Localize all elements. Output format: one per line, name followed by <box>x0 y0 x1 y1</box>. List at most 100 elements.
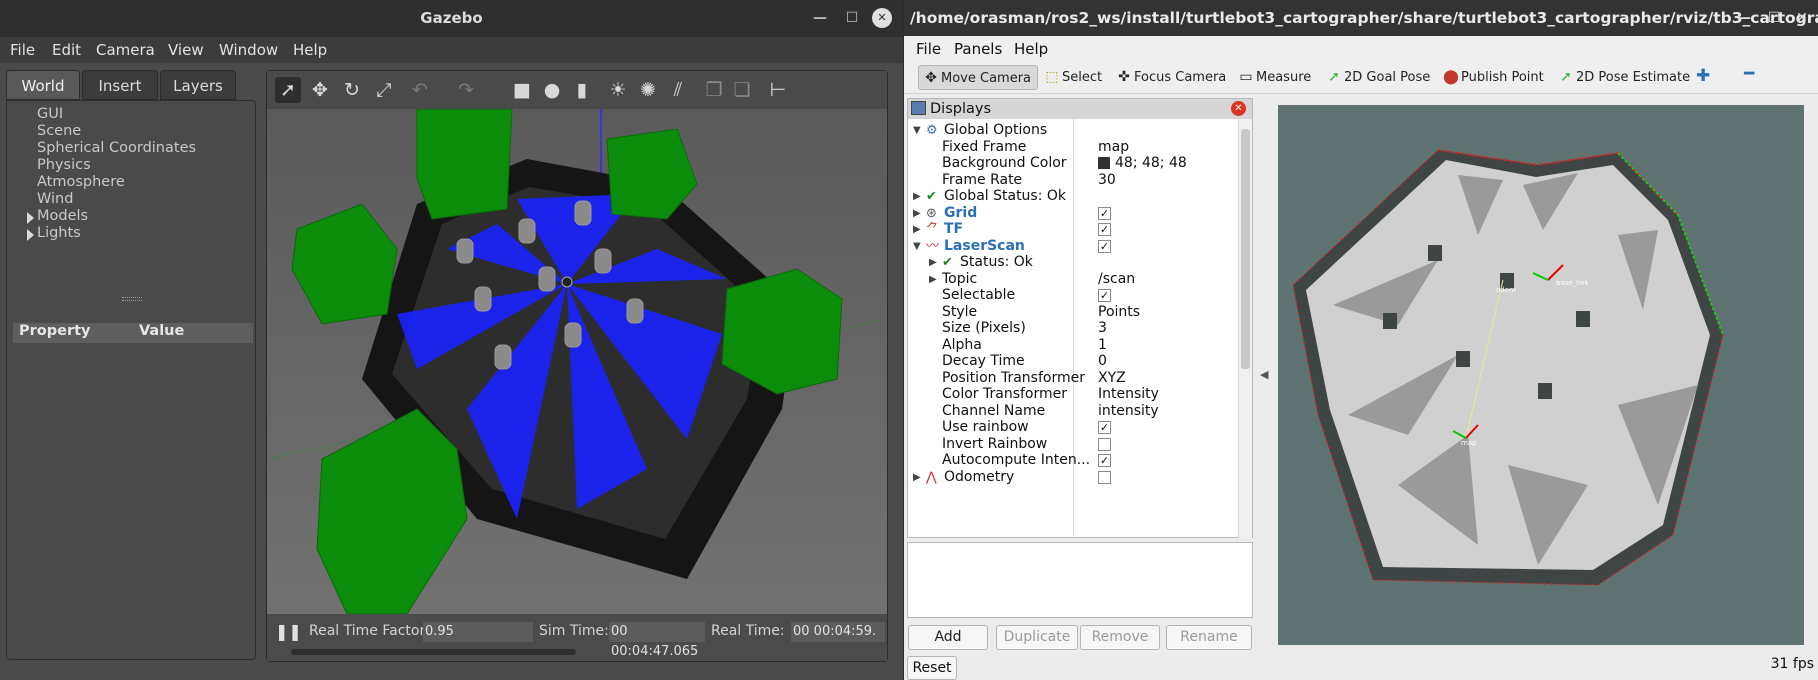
tree-item-gui[interactable]: GUI <box>37 106 63 122</box>
fps-counter: 31 fps <box>1770 656 1814 672</box>
tf-checkbox[interactable]: ✓ <box>1098 223 1111 236</box>
map-render: base_link map odom <box>1278 105 1804 645</box>
real-time-value: 00 00:04:59. <box>791 622 885 642</box>
selectable-checkbox[interactable]: ✓ <box>1098 289 1111 302</box>
autocompute-checkbox[interactable]: ✓ <box>1098 454 1111 467</box>
maximize-button[interactable]: ☐ <box>1764 8 1784 28</box>
translate-mode-icon[interactable]: ✥ <box>307 77 333 103</box>
cylinder-shape-icon[interactable]: ▮ <box>569 77 595 103</box>
menu-help[interactable]: Help <box>293 41 327 59</box>
gazebo-window: Gazebo — ☐ ✕ File Edit Camera View Windo… <box>0 0 903 680</box>
copy-icon[interactable]: ❐ <box>701 77 727 103</box>
select-tool[interactable]: ⬚ Select <box>1040 65 1102 90</box>
expand-arrow-icon[interactable] <box>27 229 34 241</box>
close-button[interactable]: ✕ <box>1792 8 1812 28</box>
select-icon: ⬚ <box>1045 69 1059 85</box>
tab-insert[interactable]: Insert <box>82 70 158 100</box>
minimize-button[interactable]: — <box>810 8 830 28</box>
tree-item-spherical-coordinates[interactable]: Spherical Coordinates <box>37 140 196 156</box>
tree-item-wind[interactable]: Wind <box>37 191 73 207</box>
vertical-scrollbar[interactable] <box>1238 119 1252 539</box>
splitter-handle[interactable] <box>122 297 142 301</box>
measure-icon: ▭ <box>1239 69 1253 85</box>
menu-view[interactable]: View <box>168 41 204 59</box>
collapse-panel-icon[interactable]: ◀ <box>1260 368 1268 381</box>
pose-estimate-icon: ➚ <box>1560 69 1572 85</box>
goal-pose-icon: ➚ <box>1328 69 1340 85</box>
displays-header: Displays ✕ <box>908 99 1252 119</box>
reset-button[interactable]: Reset <box>907 656 957 680</box>
odometry-checkbox[interactable] <box>1098 471 1111 484</box>
grid-checkbox[interactable]: ✓ <box>1098 207 1111 220</box>
value-column-label: Value <box>139 323 185 339</box>
rviz-3d-view[interactable]: base_link map odom <box>1278 105 1804 645</box>
row-odometry[interactable]: ▶ ⋀ Odometry <box>908 468 1234 487</box>
point-light-icon[interactable]: ☀ <box>605 77 631 103</box>
align-icon[interactable]: ⊢ <box>765 77 791 103</box>
menu-edit[interactable]: Edit <box>52 41 81 59</box>
move-camera-tool[interactable]: ✥ Move Camera <box>918 65 1038 90</box>
measure-tool[interactable]: ▭ Measure <box>1234 65 1311 90</box>
laserscan-checkbox[interactable]: ✓ <box>1098 240 1111 253</box>
pause-icon[interactable]: ❚❚ <box>275 622 302 641</box>
remove-tool-icon[interactable]: ━ <box>1744 64 1754 84</box>
tf-label-odom: odom <box>1496 286 1516 294</box>
select-mode-icon[interactable]: ➚ <box>275 77 301 103</box>
menu-window[interactable]: Window <box>219 41 278 59</box>
spot-light-icon[interactable]: ✺ <box>635 77 661 103</box>
publish-point-tool[interactable]: ⬤ Publish Point <box>1439 65 1544 90</box>
world-scene-render <box>267 109 887 614</box>
tool-label: Measure <box>1256 70 1312 85</box>
tree-item-physics[interactable]: Physics <box>37 157 91 173</box>
rotate-mode-icon[interactable]: ↻ <box>339 77 365 103</box>
goal-pose-tool[interactable]: ➚ 2D Goal Pose <box>1322 65 1430 90</box>
expand-arrow-icon[interactable] <box>27 212 34 224</box>
tab-world[interactable]: World <box>6 70 80 100</box>
invert-rainbow-checkbox[interactable] <box>1098 438 1111 451</box>
tool-label: Focus Camera <box>1134 70 1227 85</box>
gazebo-3d-viewport[interactable] <box>267 109 887 614</box>
tf-label-map: map <box>1461 439 1477 447</box>
odometry-arrow-icon: ⋀ <box>926 470 937 485</box>
menu-file[interactable]: File <box>10 41 35 59</box>
menu-file[interactable]: File <box>916 40 941 58</box>
use-rainbow-checkbox[interactable]: ✓ <box>1098 421 1111 434</box>
tool-label: Move Camera <box>941 71 1032 86</box>
scrollbar-thumb[interactable] <box>1241 129 1250 369</box>
menu-help[interactable]: Help <box>1014 40 1048 58</box>
property-header: Property Value <box>13 323 253 343</box>
displays-title: Displays <box>930 101 992 117</box>
tree-item-lights[interactable]: Lights <box>37 225 81 241</box>
undo-icon[interactable]: ↶ <box>407 77 433 103</box>
paste-icon[interactable]: ❏ <box>729 77 755 103</box>
expand-arrow-icon[interactable]: ▶ <box>913 468 921 487</box>
redo-icon[interactable]: ↷ <box>453 77 479 103</box>
tree-item-scene[interactable]: Scene <box>37 123 81 139</box>
tree-item-models[interactable]: Models <box>37 208 88 224</box>
scale-mode-icon[interactable]: ⤢ <box>371 77 397 103</box>
horizontal-scrollbar[interactable] <box>291 649 576 655</box>
tree-item-atmosphere[interactable]: Atmosphere <box>37 174 125 190</box>
sim-time-label: Sim Time: <box>539 623 609 639</box>
real-time-label: Real Time: <box>711 623 785 639</box>
gazebo-render-panel: ➚ ✥ ↻ ⤢ ↶ ↷ ■ ● ▮ ☀ ✺ ⫽ ❐ ❏ ⊢ ❚❚ Real Ti… <box>266 70 888 662</box>
pose-estimate-tool[interactable]: ➚ 2D Pose Estimate <box>1554 65 1690 90</box>
tab-layers[interactable]: Layers <box>160 70 236 100</box>
rename-button[interactable]: Rename <box>1166 625 1252 650</box>
duplicate-button[interactable]: Duplicate <box>996 625 1078 650</box>
menu-panels[interactable]: Panels <box>954 40 1002 58</box>
minimize-button[interactable]: — <box>1734 8 1754 28</box>
remove-button[interactable]: Remove <box>1080 625 1160 650</box>
rviz-title: /home/orasman/ros2_ws/install/turtlebot3… <box>910 9 1818 27</box>
tf-label-base-link: base_link <box>1556 279 1590 287</box>
maximize-button[interactable]: ☐ <box>842 8 862 28</box>
close-button[interactable]: ✕ <box>872 8 892 28</box>
focus-camera-tool[interactable]: ✜ Focus Camera <box>1112 65 1226 90</box>
close-panel-icon[interactable]: ✕ <box>1231 101 1246 116</box>
box-shape-icon[interactable]: ■ <box>509 77 535 103</box>
add-tool-icon[interactable]: ✚ <box>1696 66 1710 86</box>
menu-camera[interactable]: Camera <box>96 41 155 59</box>
add-button[interactable]: Add <box>908 625 988 650</box>
directional-light-icon[interactable]: ⫽ <box>665 77 691 103</box>
sphere-shape-icon[interactable]: ● <box>539 77 565 103</box>
